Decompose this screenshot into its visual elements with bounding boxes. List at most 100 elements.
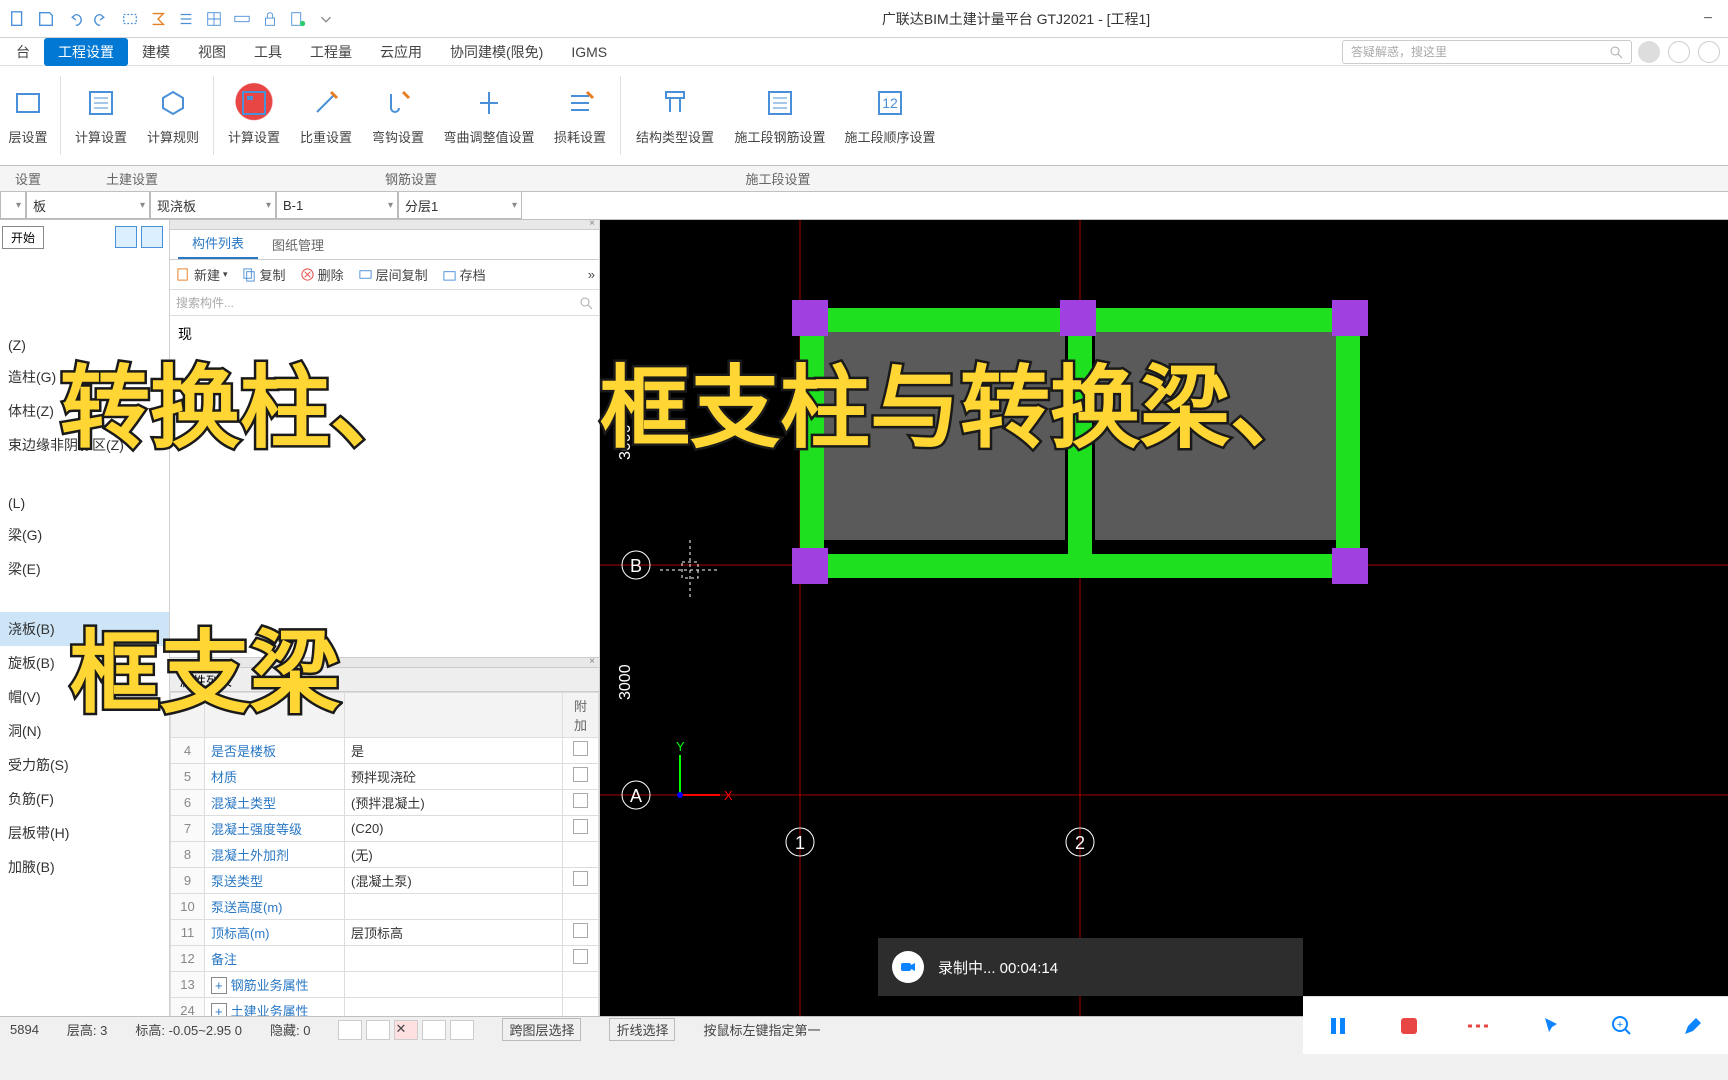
qat-ruler-icon[interactable] <box>230 7 254 31</box>
stop-button[interactable] <box>1395 1012 1423 1040</box>
combo-row: 板 现浇板 B-1 分层1 <box>0 192 1728 220</box>
table-row[interactable]: 13+钢筋业务属性 <box>171 971 599 997</box>
tree-item[interactable]: (L) <box>0 488 169 518</box>
tb-delete[interactable]: 删除 <box>294 263 350 286</box>
component-toolbar: 新建▾ 复制 删除 层间复制 存档 » <box>170 260 599 290</box>
rb-calc-settings-1[interactable]: 计算设置 <box>65 66 137 165</box>
combo-category[interactable]: 板 <box>26 192 150 219</box>
status-floor: 层高: 3 <box>67 1020 107 1039</box>
tab-drawings[interactable]: 图纸管理 <box>258 230 338 259</box>
table-row[interactable]: 24+土建业务属性 <box>171 997 599 1016</box>
tree-view-grid-icon[interactable] <box>141 226 163 248</box>
tree-item[interactable]: 梁(G) <box>0 518 169 552</box>
status-elev: 标高: -0.05~2.95 0 <box>135 1020 242 1039</box>
pause-button[interactable] <box>1324 1012 1352 1040</box>
table-row[interactable]: 7混凝土强度等级(C20) <box>171 815 599 841</box>
start-tag[interactable]: 开始 <box>2 226 44 249</box>
close-icon[interactable]: × <box>589 218 595 229</box>
snap-icon-4[interactable] <box>422 1020 446 1040</box>
menu-igms[interactable]: IGMS <box>557 40 621 64</box>
table-row[interactable]: 10泵送高度(m) <box>171 893 599 919</box>
rb-weight-settings[interactable]: 比重设置 <box>290 66 362 165</box>
qat-more-icon[interactable] <box>314 7 338 31</box>
table-row[interactable]: 11顶标高(m)层顶标高 <box>171 919 599 945</box>
table-row[interactable]: 4是否是楼板是 <box>171 737 599 763</box>
tb-floor-copy[interactable]: 层间复制 <box>352 263 434 286</box>
component-search[interactable]: 搜索构件... <box>170 290 599 316</box>
table-row[interactable]: 6混凝土类型(预拌混凝土) <box>171 789 599 815</box>
qat-lock-icon[interactable] <box>258 7 282 31</box>
qat-table-icon[interactable] <box>202 7 226 31</box>
help-icon[interactable] <box>1698 41 1720 63</box>
minimize-button[interactable]: − <box>1688 0 1728 37</box>
tb-new[interactable]: 新建▾ <box>170 263 234 286</box>
pen-tool-icon[interactable] <box>1679 1012 1707 1040</box>
notify-icon[interactable] <box>1668 41 1690 63</box>
qat-export-icon[interactable] <box>286 7 310 31</box>
combo-type[interactable]: 现浇板 <box>150 192 276 219</box>
rb-calc-settings-2[interactable]: 计算设置 <box>218 66 290 165</box>
tb-copy[interactable]: 复制 <box>236 263 292 286</box>
menu-tools[interactable]: 工具 <box>240 38 296 66</box>
snap-icon-2[interactable] <box>366 1020 390 1040</box>
menu-cloud[interactable]: 云应用 <box>366 38 436 66</box>
tree-item[interactable]: 层板带(H) <box>0 816 169 850</box>
qat-save-icon[interactable] <box>34 7 58 31</box>
qat-redo-icon[interactable] <box>90 7 114 31</box>
tb-archive[interactable]: 存档 <box>436 263 492 286</box>
tree-item[interactable]: 梁(E) <box>0 552 169 586</box>
rb-cons-order[interactable]: 12施工段顺序设置 <box>835 66 945 165</box>
rb-floor-settings[interactable]: 层设置 <box>0 66 56 165</box>
snap-icon-3[interactable]: ✕ <box>394 1020 418 1040</box>
combo-0[interactable] <box>0 192 26 219</box>
table-row[interactable]: 12备注 <box>171 945 599 971</box>
combo-layer[interactable]: 分层1 <box>398 192 522 219</box>
menu-view[interactable]: 视图 <box>184 38 240 66</box>
qat-undo-icon[interactable] <box>62 7 86 31</box>
close-icon[interactable]: × <box>589 656 595 667</box>
qat-list-icon[interactable] <box>174 7 198 31</box>
table-row[interactable]: 5材质预拌现浇砼 <box>171 763 599 789</box>
tab-components[interactable]: 构件列表 <box>178 228 258 259</box>
menu-collab[interactable]: 协同建模(限免) <box>436 38 557 66</box>
btn-polyline[interactable]: 折线选择 <box>609 1018 675 1041</box>
snap-icon-1[interactable] <box>338 1020 362 1040</box>
mid-tabs: 构件列表 图纸管理 <box>170 230 599 260</box>
combo-name[interactable]: B-1 <box>276 192 398 219</box>
btn-cross-layer[interactable]: 跨图层选择 <box>502 1018 581 1041</box>
qat-region-icon[interactable] <box>118 7 142 31</box>
rb-struct-type[interactable]: 结构类型设置 <box>625 66 725 165</box>
tree-item[interactable]: 加腋(B) <box>0 850 169 884</box>
rb-loss-settings[interactable]: 损耗设置 <box>544 66 616 165</box>
tree-gap <box>0 462 169 488</box>
rb-hook-settings[interactable]: 弯钩设置 <box>362 66 434 165</box>
menu-quantity[interactable]: 工程量 <box>296 38 366 66</box>
rb-calc-rules[interactable]: 计算规则 <box>137 66 209 165</box>
avatar[interactable] <box>1638 41 1660 63</box>
snap-icon-5[interactable] <box>450 1020 474 1040</box>
table-row[interactable]: 8混凝土外加剂(无) <box>171 841 599 867</box>
tree-item[interactable]: 负筋(F) <box>0 782 169 816</box>
tree-item[interactable]: 受力筋(S) <box>0 748 169 782</box>
col-attach: 附加 <box>563 692 599 737</box>
qat-summary-icon[interactable] <box>146 7 170 31</box>
help-search[interactable]: 答疑解惑，搜这里 <box>1342 40 1632 64</box>
property-table[interactable]: 附加 4是否是楼板是5材质预拌现浇砼6混凝土类型(预拌混凝土)7混凝土强度等级(… <box>170 692 599 1017</box>
camera-icon[interactable] <box>892 951 924 983</box>
table-row[interactable]: 9泵送类型(混凝土泵) <box>171 867 599 893</box>
svg-text:1: 1 <box>795 833 805 853</box>
rb-cons-rebar[interactable]: 施工段钢筋设置 <box>725 66 835 165</box>
cursor-tool-icon[interactable] <box>1537 1012 1565 1040</box>
tree-view-list-icon[interactable] <box>115 226 137 248</box>
svg-text:B: B <box>630 556 642 576</box>
menu-platform[interactable]: 台 <box>2 38 44 66</box>
menu-modeling[interactable]: 建模 <box>128 38 184 66</box>
rb-bend-adjust[interactable]: 弯曲调整值设置 <box>434 66 544 165</box>
tb-more-icon[interactable]: » <box>584 265 599 284</box>
quick-access-toolbar <box>0 7 344 31</box>
menu-project-settings[interactable]: 工程设置 <box>44 38 128 66</box>
overlay-1: 转换柱、 <box>60 335 420 465</box>
zoom-tool-icon[interactable]: + <box>1608 1012 1636 1040</box>
annotate-dash-icon[interactable] <box>1466 1012 1494 1040</box>
qat-new-icon[interactable] <box>6 7 30 31</box>
